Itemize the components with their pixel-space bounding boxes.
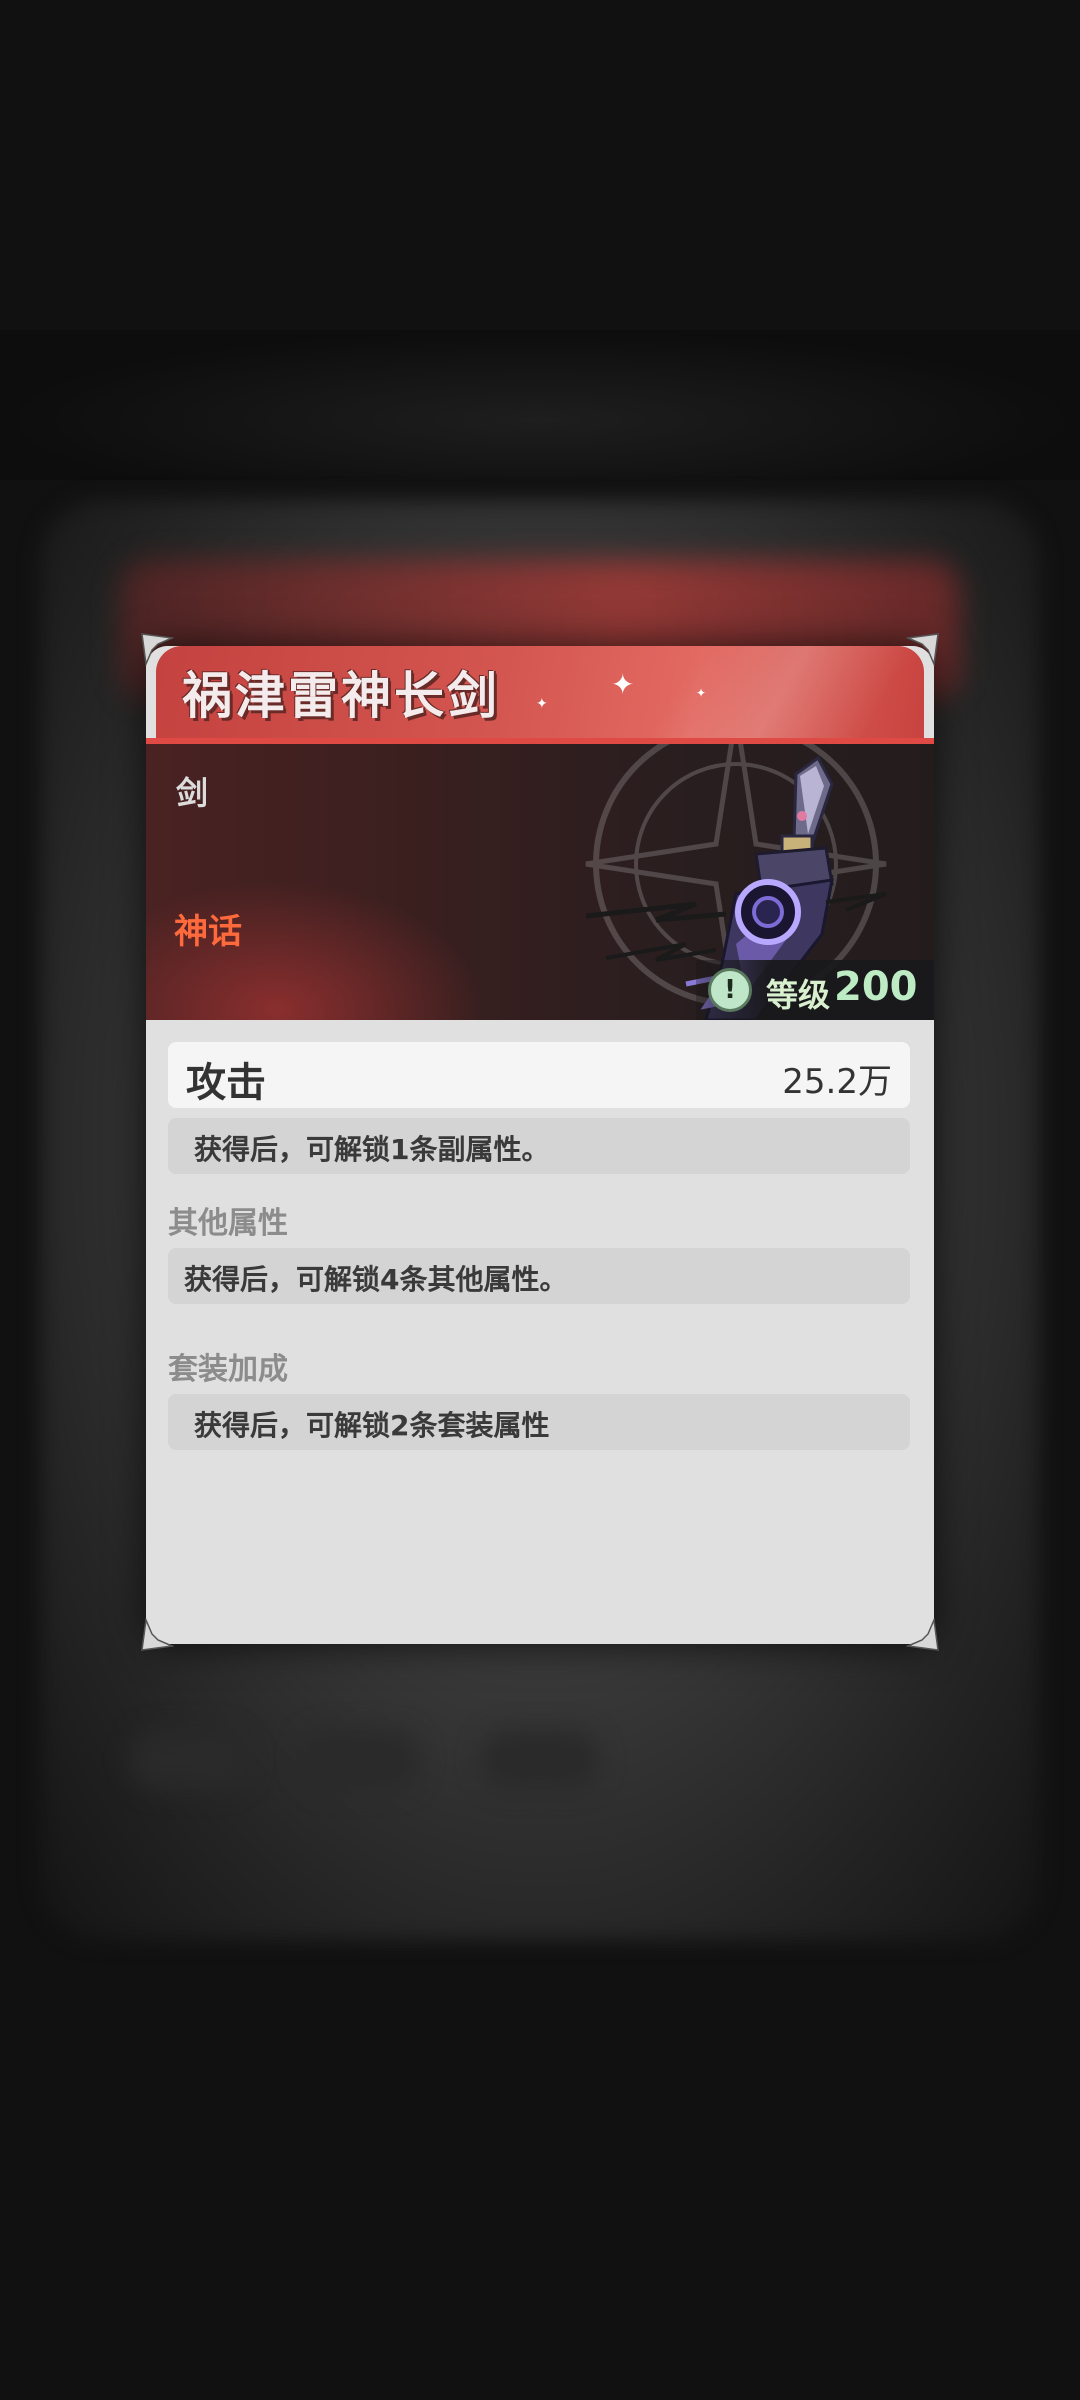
level-label: 等级 xyxy=(766,976,831,1014)
background-blob xyxy=(300,1730,420,1790)
corner-ornament-icon xyxy=(906,633,939,666)
main-stat-name: 攻击 xyxy=(186,1060,266,1106)
sparkle-icon: ✦ xyxy=(696,686,707,700)
other-attributes-text: 获得后，可解锁4条其他属性。 xyxy=(184,1263,568,1296)
background-blob xyxy=(130,1730,250,1790)
set-bonus-text: 获得后，可解锁2条套装属性 xyxy=(194,1409,550,1442)
background-blob xyxy=(480,1730,600,1790)
sub-stat-unlock-text: 获得后，可解锁1条副属性。 xyxy=(194,1133,550,1166)
sparkle-icon: ✦ xyxy=(536,696,548,712)
main-stat-row: 攻击 25.2万 xyxy=(168,1042,910,1108)
sub-stat-unlock-row: 获得后，可解锁1条副属性。 xyxy=(168,1118,910,1174)
set-bonus-row: 获得后，可解锁2条套装属性 xyxy=(168,1394,910,1450)
level-value: 200 xyxy=(834,964,918,1010)
corner-ornament-icon xyxy=(906,1618,939,1651)
alert-circle-icon[interactable]: ! xyxy=(708,968,752,1012)
sparkle-icon: ✦ xyxy=(611,668,635,701)
item-rarity: 神话 xyxy=(174,912,242,952)
item-type: 剑 xyxy=(176,774,209,812)
other-attributes-title: 其他属性 xyxy=(168,1206,288,1241)
item-title-bar: ✦ ✦ ✦ 祸津雷神长剑 xyxy=(156,646,924,738)
item-detail-card[interactable]: ✦ ✦ ✦ 祸津雷神长剑 剑 神话 ! 等级 200 攻击 25.2万 获得后，… xyxy=(141,633,939,1651)
set-bonus-title: 套装加成 xyxy=(168,1352,288,1387)
item-level-badge: ! 等级 200 xyxy=(696,960,934,1020)
item-name: 祸津雷神长剑 xyxy=(182,667,500,725)
corner-ornament-icon xyxy=(141,1618,174,1651)
item-detail-card-body: ✦ ✦ ✦ 祸津雷神长剑 剑 神话 ! 等级 200 攻击 25.2万 获得后，… xyxy=(146,646,934,1644)
other-attributes-row: 获得后，可解锁4条其他属性。 xyxy=(168,1248,910,1304)
item-hero-banner: 剑 神话 ! 等级 200 xyxy=(146,744,934,1020)
background-header-blur xyxy=(0,330,1080,480)
main-stat-value: 25.2万 xyxy=(782,1062,892,1102)
corner-ornament-icon xyxy=(141,633,174,666)
